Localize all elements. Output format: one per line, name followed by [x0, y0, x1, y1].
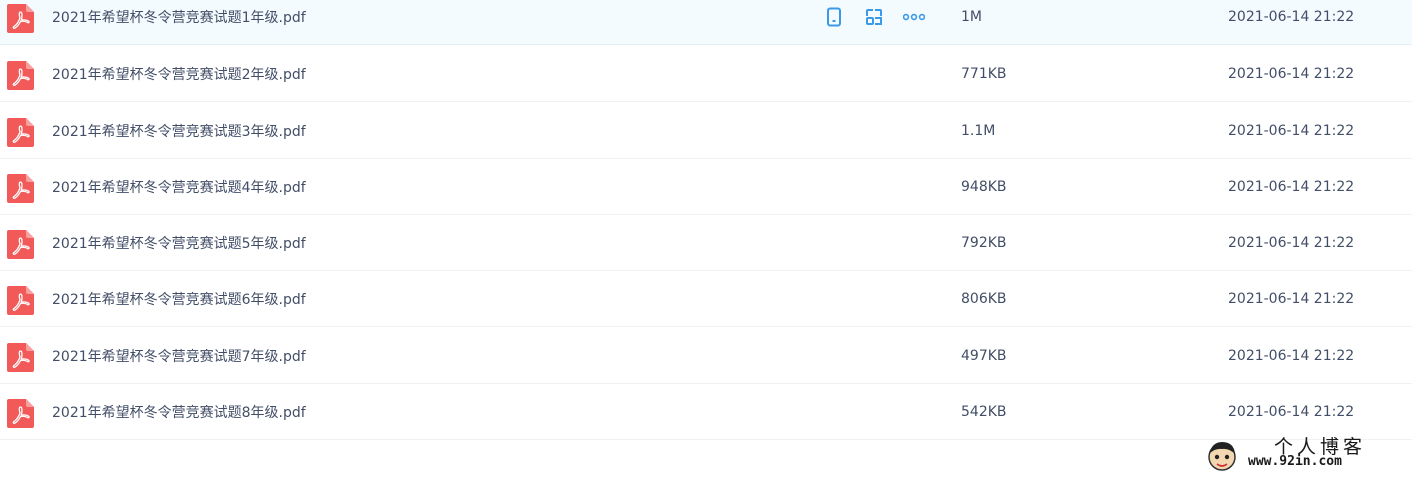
- file-row[interactable]: 2021年希望杯冬令营竞赛试题8年级.pdf 542KB 2021-06-14 21…: [0, 384, 1412, 440]
- file-row[interactable]: 2021年希望杯冬令营竞赛试题1年级.pdf 1M 2021-06-14 21:22: [0, 0, 1412, 45]
- file-date: 2021-06-14 21:22: [1228, 65, 1355, 82]
- watermark: 个人博客 www.92in.com: [1204, 434, 1404, 476]
- pdf-file-icon: [7, 230, 34, 259]
- file-row[interactable]: 2021年希望杯冬令营竞赛试题4年级.pdf 948KB 2021-06-14 21…: [0, 159, 1412, 215]
- file-row[interactable]: 2021年希望杯冬令营竞赛试题7年级.pdf 497KB 2021-06-14 21…: [0, 328, 1412, 384]
- pdf-file-icon: [7, 286, 34, 315]
- file-size: 806KB: [961, 290, 1007, 307]
- file-date: 2021-06-14 21:22: [1228, 347, 1355, 364]
- file-name[interactable]: 2021年希望杯冬令营竞赛试题5年级.pdf: [52, 215, 306, 270]
- file-name[interactable]: 2021年希望杯冬令营竞赛试题8年级.pdf: [52, 384, 306, 439]
- pdf-file-icon: [7, 174, 34, 203]
- file-row[interactable]: 2021年希望杯冬令营竞赛试题5年级.pdf 792KB 2021-06-14 21…: [0, 215, 1412, 271]
- file-date: 2021-06-14 21:22: [1228, 178, 1355, 195]
- file-size: 792KB: [961, 234, 1007, 251]
- file-row[interactable]: 2021年希望杯冬令营竞赛试题3年级.pdf 1.1M 2021-06-14 21:…: [0, 103, 1412, 159]
- watermark-url: www.92in.com: [1248, 454, 1342, 469]
- share-icon[interactable]: [863, 6, 885, 28]
- pdf-file-icon: [7, 4, 34, 33]
- file-date: 2021-06-14 21:22: [1228, 8, 1355, 25]
- file-row[interactable]: 2021年希望杯冬令营竞赛试题6年级.pdf 806KB 2021-06-14 21…: [0, 271, 1412, 327]
- file-size: 771KB: [961, 65, 1007, 82]
- file-name[interactable]: 2021年希望杯冬令营竞赛试题4年级.pdf: [52, 159, 306, 214]
- more-icon[interactable]: [903, 6, 925, 28]
- file-size: 1M: [961, 8, 982, 25]
- row-actions: [823, 0, 943, 44]
- phone-icon[interactable]: [823, 6, 845, 28]
- file-size: 1.1M: [961, 122, 996, 139]
- pdf-file-icon: [7, 61, 34, 90]
- file-date: 2021-06-14 21:22: [1228, 403, 1355, 420]
- file-size: 948KB: [961, 178, 1007, 195]
- file-size: 542KB: [961, 403, 1007, 420]
- pdf-file-icon: [7, 118, 34, 147]
- file-name[interactable]: 2021年希望杯冬令营竞赛试题1年级.pdf: [52, 0, 306, 44]
- pdf-file-icon: [7, 343, 34, 372]
- pdf-file-icon: [7, 399, 34, 428]
- file-date: 2021-06-14 21:22: [1228, 122, 1355, 139]
- file-size: 497KB: [961, 347, 1007, 364]
- file-name[interactable]: 2021年希望杯冬令营竞赛试题2年级.pdf: [52, 46, 306, 101]
- file-name[interactable]: 2021年希望杯冬令营竞赛试题6年级.pdf: [52, 271, 306, 326]
- cartoon-face-icon: [1208, 442, 1236, 471]
- file-name[interactable]: 2021年希望杯冬令营竞赛试题3年级.pdf: [52, 103, 306, 158]
- file-date: 2021-06-14 21:22: [1228, 234, 1355, 251]
- file-row[interactable]: 2021年希望杯冬令营竞赛试题2年级.pdf 771KB 2021-06-14 21…: [0, 46, 1412, 102]
- file-name[interactable]: 2021年希望杯冬令营竞赛试题7年级.pdf: [52, 328, 306, 383]
- file-date: 2021-06-14 21:22: [1228, 290, 1355, 307]
